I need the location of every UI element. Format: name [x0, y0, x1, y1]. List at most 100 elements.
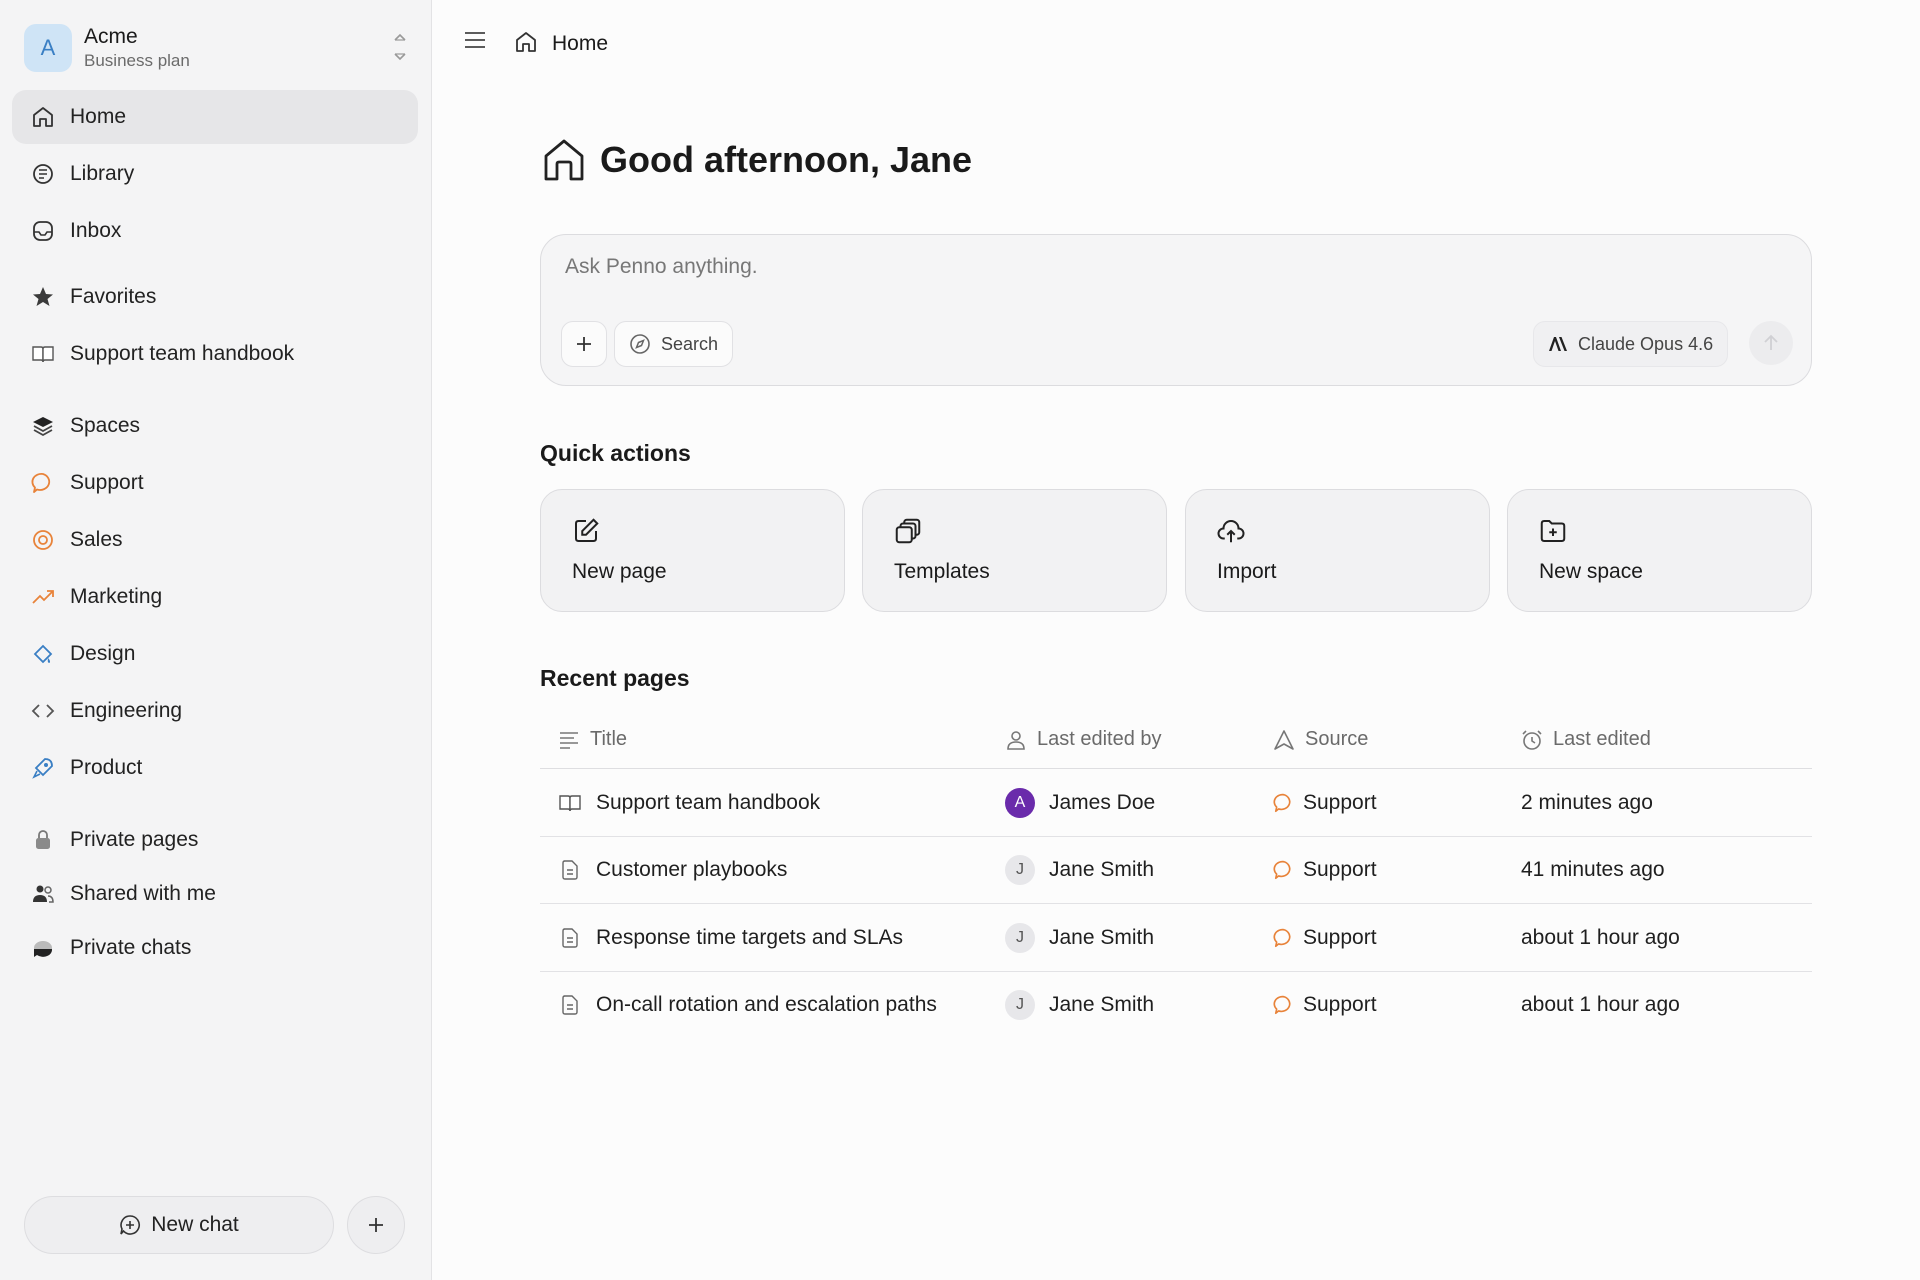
new-page-button[interactable]: New page: [540, 489, 845, 612]
chat-bubble-icon: [1273, 927, 1295, 949]
folder-plus-icon: [1538, 516, 1568, 546]
home-icon: [30, 104, 56, 130]
table-row[interactable]: Response time targets and SLAs J Jane Sm…: [540, 904, 1812, 972]
code-icon: [30, 698, 56, 724]
attach-button[interactable]: [561, 321, 607, 367]
sidebar-item-inbox[interactable]: Inbox: [12, 204, 418, 258]
quick-action-label: New space: [1539, 560, 1643, 583]
send-button[interactable]: [1749, 321, 1793, 365]
table-row[interactable]: On-call rotation and escalation paths J …: [540, 972, 1812, 1040]
chat-private-icon: [30, 935, 56, 961]
sidebar-item-product[interactable]: Product: [12, 741, 418, 795]
workspace-switcher[interactable]: A Acme Business plan: [24, 22, 408, 74]
chat-bubble-icon: [30, 470, 56, 496]
new-chat-button[interactable]: New chat: [24, 1196, 334, 1254]
row-source[interactable]: Support: [1273, 769, 1377, 836]
row-title[interactable]: Customer playbooks: [558, 837, 787, 904]
sidebar-item-marketing[interactable]: Marketing: [12, 570, 418, 624]
row-source[interactable]: Support: [1273, 837, 1377, 904]
column-title[interactable]: Title: [558, 728, 627, 751]
sidebar-item-private-chats[interactable]: Private chats: [12, 921, 418, 975]
sidebar-item-label: Support team handbook: [70, 342, 295, 365]
import-button[interactable]: Import: [1185, 489, 1490, 612]
sidebar-item-home[interactable]: Home: [12, 90, 418, 144]
row-time: about 1 hour ago: [1521, 925, 1680, 949]
avatar: A: [1005, 787, 1035, 818]
row-source[interactable]: Support: [1273, 972, 1377, 1039]
table-header: Title Last edited by Source Last edited: [540, 714, 1812, 769]
row-time: 41 minutes ago: [1521, 858, 1665, 881]
model-selector[interactable]: Claude Opus 4.6: [1533, 321, 1729, 367]
column-last-edited[interactable]: Last edited: [1521, 728, 1651, 751]
layers-icon: [30, 413, 56, 439]
row-editor: J Jane Smith: [1005, 972, 1154, 1039]
sidebar-item-private-pages[interactable]: Private pages: [12, 813, 418, 867]
book-icon: [558, 791, 582, 815]
workspace-avatar: A: [24, 24, 72, 72]
sidebar-item-engineering[interactable]: Engineering: [12, 684, 418, 738]
sidebar-item-label: Product: [70, 756, 143, 779]
templates-button[interactable]: Templates: [862, 489, 1167, 612]
home-icon: [514, 30, 538, 54]
document-icon: [558, 993, 582, 1017]
sidebar-item-label: Design: [70, 642, 136, 665]
workspace-plan: Business plan: [84, 51, 190, 70]
chevron-up-down-icon[interactable]: [392, 32, 408, 62]
row-title[interactable]: Support team handbook: [558, 769, 820, 836]
row-source[interactable]: Support: [1273, 904, 1377, 971]
sidebar-item-support[interactable]: Support: [12, 456, 418, 510]
row-editor: J Jane Smith: [1005, 904, 1154, 971]
row-title[interactable]: On-call rotation and escalation paths: [558, 972, 937, 1039]
anthropic-logo-icon: [1548, 336, 1568, 352]
sidebar-item-design[interactable]: Design: [12, 627, 418, 681]
sidebar-item-label: Support: [70, 471, 144, 494]
row-title[interactable]: Response time targets and SLAs: [558, 904, 903, 971]
greeting: Good afternoon, Jane: [540, 136, 972, 184]
workspace-name: Acme: [84, 25, 138, 48]
sidebar-item-label: Engineering: [70, 699, 183, 722]
copy-icon: [893, 516, 923, 546]
sidebar-item-favorites[interactable]: Favorites: [12, 270, 418, 324]
user-icon: [1005, 729, 1027, 751]
star-icon: [30, 284, 56, 310]
plus-icon: [575, 335, 593, 353]
sidebar-item-sales[interactable]: Sales: [12, 513, 418, 567]
sidebar-item-shared[interactable]: Shared with me: [12, 867, 418, 921]
sidebar-item-label: Library: [70, 162, 135, 185]
table-row[interactable]: Customer playbooks J Jane Smith Support …: [540, 837, 1812, 904]
sidebar-item-support-handbook[interactable]: Support team handbook: [12, 327, 418, 381]
sidebar-item-spaces[interactable]: Spaces: [12, 399, 418, 453]
search-button[interactable]: Search: [614, 321, 734, 367]
library-icon: [30, 161, 56, 187]
avatar: J: [1005, 855, 1035, 885]
avatar: J: [1005, 922, 1035, 953]
plus-circle-icon: [119, 1214, 141, 1236]
column-source[interactable]: Source: [1273, 728, 1368, 751]
sidebar-item-library[interactable]: Library: [12, 147, 418, 201]
composer: Search Claude Opus 4.6: [540, 234, 1812, 386]
breadcrumb[interactable]: Home: [552, 32, 608, 56]
paint-icon: [30, 641, 56, 667]
menu-icon[interactable]: [464, 30, 486, 50]
trend-up-icon: [30, 584, 56, 610]
book-icon: [30, 341, 56, 367]
chat-bubble-icon: [1273, 994, 1295, 1016]
navigation-icon: [1273, 729, 1295, 751]
sidebar-item-label: Inbox: [70, 219, 122, 242]
users-icon: [30, 881, 56, 907]
row-time: about 1 hour ago: [1521, 993, 1680, 1016]
text-lines-icon: [558, 729, 580, 751]
alarm-clock-icon: [1521, 729, 1543, 751]
add-button[interactable]: [347, 1196, 405, 1254]
table-row[interactable]: Support team handbook A James Doe Suppor…: [540, 769, 1812, 837]
home-icon: [540, 136, 588, 184]
column-editor[interactable]: Last edited by: [1005, 728, 1162, 751]
rocket-icon: [30, 755, 56, 781]
quick-action-label: Templates: [894, 560, 990, 583]
new-chat-label: New chat: [151, 1213, 239, 1236]
quick-action-label: New page: [572, 560, 667, 583]
ask-input[interactable]: [565, 255, 1565, 279]
new-space-button[interactable]: New space: [1507, 489, 1812, 612]
sidebar-item-label: Marketing: [70, 585, 163, 608]
model-label: Claude Opus 4.6: [1578, 333, 1714, 354]
